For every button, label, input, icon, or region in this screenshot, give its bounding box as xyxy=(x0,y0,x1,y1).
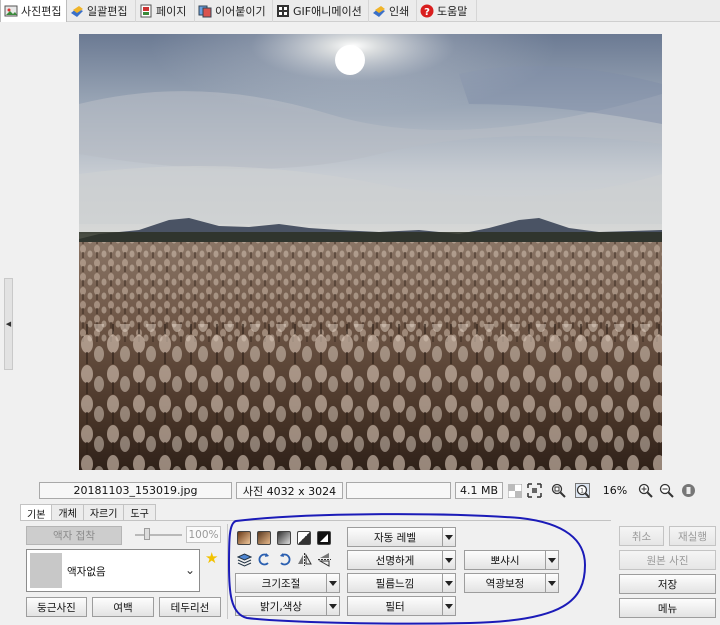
panel-collapse-handle[interactable]: ◀ xyxy=(4,278,13,370)
tab-crop[interactable]: 자르기 xyxy=(82,504,125,520)
tab-tools[interactable]: 도구 xyxy=(123,504,156,520)
photo-edit-icon xyxy=(4,4,18,18)
redo-button[interactable]: 재실행 xyxy=(669,526,716,546)
layers-icon[interactable] xyxy=(237,552,252,567)
dropdown-arrow-icon xyxy=(329,603,337,609)
collapse-left-icon: ◀ xyxy=(5,320,12,328)
filter-dropdown[interactable] xyxy=(442,596,456,616)
svg-text:1: 1 xyxy=(580,487,584,494)
rotate-left-icon[interactable] xyxy=(257,552,272,567)
svg-text:?: ? xyxy=(424,7,430,18)
frame-thumbnail xyxy=(30,553,62,588)
auto-level-dropdown[interactable] xyxy=(442,527,456,547)
bw-swatch-icon[interactable] xyxy=(297,531,311,545)
filesize-field: 4.1 MB xyxy=(455,482,503,499)
tab-print[interactable]: 인쇄 xyxy=(369,0,417,22)
zoom-field: 16% xyxy=(602,484,628,497)
warm-swatch-icon[interactable] xyxy=(257,531,271,545)
menu-button[interactable]: 메뉴 xyxy=(619,598,716,618)
zoom-out-icon[interactable] xyxy=(659,483,674,498)
rotate-right-icon[interactable] xyxy=(277,552,292,567)
auto-level-button[interactable]: 자동 레벨 xyxy=(347,527,443,547)
batch-edit-icon xyxy=(70,4,84,18)
sepia-swatch-icon[interactable] xyxy=(237,531,251,545)
tab-gif-animation[interactable]: GIF애니메이션 xyxy=(273,0,369,22)
flip-horizontal-icon[interactable] xyxy=(297,552,312,567)
tab-batch-edit[interactable]: 일괄편집 xyxy=(67,0,136,22)
panel-divider xyxy=(227,524,228,619)
help-icon: ? xyxy=(420,4,434,18)
info-icon[interactable] xyxy=(681,483,696,498)
backlight-dropdown[interactable] xyxy=(545,573,559,593)
fit-screen-icon[interactable] xyxy=(527,483,542,498)
dropdown-arrow-icon xyxy=(445,603,453,609)
tab-object[interactable]: 개체 xyxy=(51,504,84,520)
dropdown-arrow-icon xyxy=(445,557,453,563)
frame-shrink-button[interactable]: 액자 접착 xyxy=(26,526,122,545)
flip-vertical-icon[interactable] xyxy=(317,552,332,567)
zoom-actual-icon[interactable]: 1 xyxy=(575,483,590,498)
frame-select[interactable]: 액자없음 ⌄ xyxy=(26,549,200,592)
film-look-button[interactable]: 필름느낌 xyxy=(347,573,443,593)
dropdown-arrow-icon xyxy=(548,557,556,563)
sharpen-dropdown[interactable] xyxy=(442,550,456,570)
dropdown-arrow-icon xyxy=(445,580,453,586)
page-icon xyxy=(139,4,153,18)
stitch-icon xyxy=(198,4,212,18)
top-tab-bar: 사진편집 일괄편집 페이지 이어붙이기 GIF애니메이션 인쇄 ? 도움말 xyxy=(0,0,720,22)
status-empty-field xyxy=(346,482,451,499)
checkerboard-icon[interactable] xyxy=(507,483,522,498)
soften-dropdown[interactable] xyxy=(545,550,559,570)
bottom-tab-bar: 기본 개체 자르기 도구 xyxy=(20,504,156,521)
original-photo-button[interactable]: 원본 사진 xyxy=(619,550,716,570)
zoom-in-icon[interactable] xyxy=(638,483,653,498)
invert-swatch-icon[interactable] xyxy=(317,531,331,545)
dropdown-arrow-icon xyxy=(548,580,556,586)
save-button[interactable]: 저장 xyxy=(619,574,716,594)
margin-button[interactable]: 여백 xyxy=(92,597,154,617)
print-icon xyxy=(372,4,386,18)
dropdown-arrow-icon xyxy=(445,534,453,540)
dimensions-field: 사진 4032 x 3024 xyxy=(236,482,343,499)
opacity-slider-track[interactable] xyxy=(135,534,182,536)
tab-page[interactable]: 페이지 xyxy=(136,0,195,22)
film-look-dropdown[interactable] xyxy=(442,573,456,593)
brightness-color-button[interactable]: 밝기,색상 xyxy=(235,596,327,616)
favorite-star-icon[interactable]: ★ xyxy=(205,551,218,566)
tab-help[interactable]: ? 도움말 xyxy=(417,0,477,22)
filter-button[interactable]: 필터 xyxy=(347,596,443,616)
resize-button[interactable]: 크기조절 xyxy=(235,573,327,593)
dropdown-arrow-icon xyxy=(329,580,337,586)
landscape-photo xyxy=(79,34,662,470)
filename-field: 20181103_153019.jpg xyxy=(39,482,232,499)
tab-photo-edit[interactable]: 사진편집 xyxy=(0,0,67,22)
gray-swatch-icon[interactable] xyxy=(277,531,291,545)
soften-button[interactable]: 뽀샤시 xyxy=(464,550,546,570)
tab-stitch[interactable]: 이어붙이기 xyxy=(195,0,273,22)
chevron-down-icon: ⌄ xyxy=(184,563,195,577)
opacity-slider-thumb[interactable] xyxy=(144,528,150,540)
zoom-fit-icon[interactable] xyxy=(551,483,566,498)
photo-canvas[interactable] xyxy=(79,34,662,470)
border-button[interactable]: 테두리선 xyxy=(159,597,221,617)
backlight-correct-button[interactable]: 역광보정 xyxy=(464,573,546,593)
gif-icon xyxy=(276,4,290,18)
undo-button[interactable]: 취소 xyxy=(619,526,664,546)
sharpen-button[interactable]: 선명하게 xyxy=(347,550,443,570)
tab-basic[interactable]: 기본 xyxy=(20,504,53,521)
opacity-value: 100% xyxy=(186,526,221,543)
round-photo-button[interactable]: 둥근사진 xyxy=(26,597,87,617)
resize-dropdown[interactable] xyxy=(326,573,340,593)
brightness-dropdown[interactable] xyxy=(326,596,340,616)
